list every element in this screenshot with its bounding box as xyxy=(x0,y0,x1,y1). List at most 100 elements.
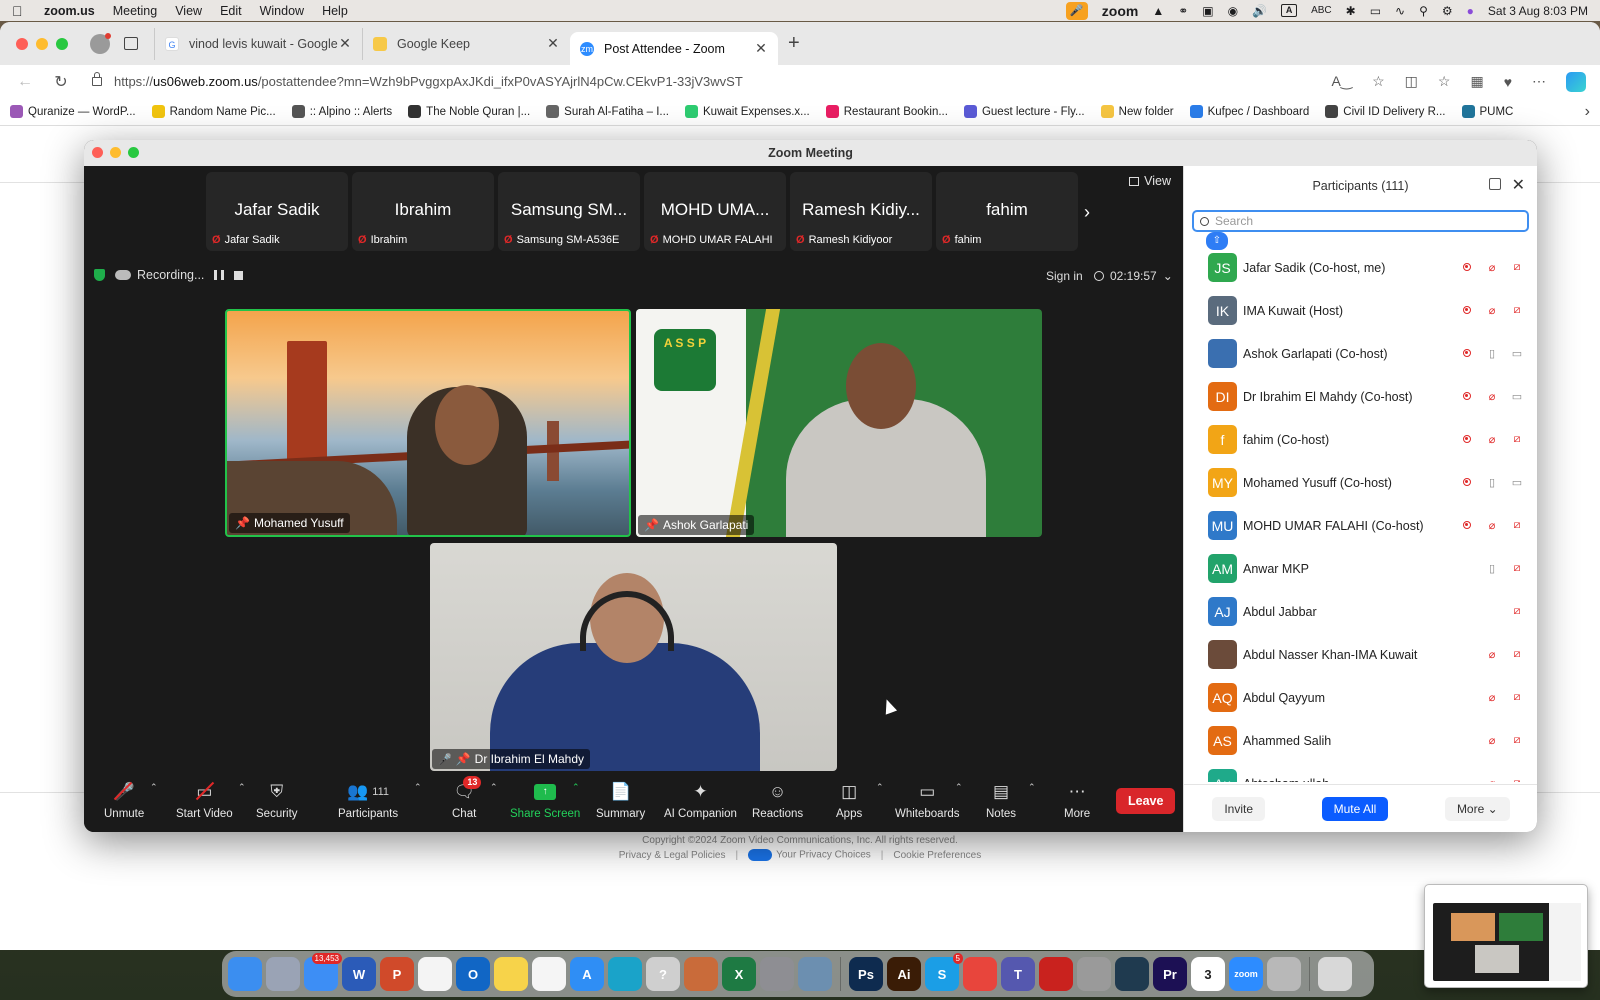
view-button[interactable]: View xyxy=(1129,174,1171,188)
help-icon[interactable]: ? xyxy=(646,957,680,991)
lock-icon[interactable] xyxy=(92,72,102,86)
microphone-in-use-icon[interactable]: 🎤 xyxy=(1065,1,1088,20)
participant-row[interactable]: f fahim (Co-host) ⌀ ⧄ xyxy=(1184,418,1537,461)
mic-muted-icon[interactable]: ⌀ xyxy=(1483,777,1501,782)
zoom-close-button[interactable] xyxy=(92,147,103,158)
zoom-minimize-button[interactable] xyxy=(110,147,121,158)
profile-avatar-icon[interactable] xyxy=(90,32,111,54)
menu-app-name[interactable]: zoom.us xyxy=(44,4,95,18)
tab-google-search[interactable]: G vinod levis kuwait - Google Se ✕ xyxy=(154,27,362,60)
microphone-icon[interactable]: ▯ xyxy=(1483,562,1501,575)
menu-view[interactable]: View xyxy=(175,4,202,18)
video-off-icon[interactable]: ⧄ xyxy=(1508,519,1526,532)
video-off-icon[interactable]: ⧄ xyxy=(1508,777,1526,782)
chat-button[interactable]: 🗨 13 Chat ⌃ xyxy=(452,776,498,820)
close-tab-icon[interactable]: ✕ xyxy=(754,40,768,57)
excel-icon[interactable]: X xyxy=(722,957,756,991)
chevron-up-icon[interactable]: ⌃ xyxy=(1028,782,1036,793)
volume-icon[interactable]: 🔊 xyxy=(1252,4,1267,18)
mic-muted-icon[interactable]: ⌀ xyxy=(1483,304,1501,317)
video-camera-icon[interactable]: ▭ xyxy=(1508,476,1526,489)
video-off-icon[interactable]: ⧄ xyxy=(1508,562,1526,575)
video-tile-ashok-garlapati[interactable]: A S S P 📌 Ashok Garlapati xyxy=(636,309,1042,537)
chevron-right-icon[interactable]: › xyxy=(1084,202,1090,223)
video-camera-icon[interactable]: ▭ xyxy=(1508,347,1526,360)
menu-edit[interactable]: Edit xyxy=(220,4,242,18)
participant-row[interactable]: DI Dr Ibrahim El Mahdy (Co-host) ⌀ ▭ xyxy=(1184,375,1537,418)
split-screen-icon[interactable]: ◫ xyxy=(1405,73,1418,90)
spotlight-search-icon[interactable]: ⚲ xyxy=(1419,4,1428,18)
reload-icon[interactable]: ↻ xyxy=(50,72,72,92)
close-icon[interactable]: ✕ xyxy=(1512,166,1525,206)
close-tab-icon[interactable]: ✕ xyxy=(546,35,560,52)
bookmark-item[interactable]: Surah Al-Fatiha – I... xyxy=(546,105,669,118)
unmute-button[interactable]: 🎤 Unmute ⌃ xyxy=(104,780,158,820)
video-off-icon[interactable]: ⧄ xyxy=(1508,433,1526,446)
screenshot-preview-thumbnail[interactable] xyxy=(1424,884,1588,988)
reminders-icon[interactable] xyxy=(418,957,452,991)
participant-row[interactable]: Abdul Nasser Khan-IMA Kuwait ⌀ ⧄ xyxy=(1184,633,1537,676)
invite-button[interactable]: Invite xyxy=(1212,796,1265,821)
video-camera-icon[interactable]: ▭ xyxy=(1508,390,1526,403)
tab-post-attendee-zoom[interactable]: zm Post Attendee - Zoom ✕ xyxy=(570,32,778,65)
edge-icon[interactable] xyxy=(608,957,642,991)
skype-icon[interactable]: S5 xyxy=(925,953,963,991)
participant-row[interactable]: AJ Abdul Jabbar ⧄ xyxy=(1184,590,1537,633)
menu-meeting[interactable]: Meeting xyxy=(113,4,157,18)
preview-icon[interactable] xyxy=(684,957,718,991)
favorites-icon[interactable]: ☆ xyxy=(1438,73,1451,90)
summary-button[interactable]: 📄 Summary xyxy=(596,780,645,820)
chevron-up-icon[interactable]: ⌃ xyxy=(876,782,884,793)
back-arrow-icon[interactable]: ← xyxy=(14,73,36,91)
chevron-up-icon[interactable]: ⌃ xyxy=(572,782,580,793)
new-tab-button[interactable]: + xyxy=(788,32,800,55)
input-source-badge-icon[interactable]: A xyxy=(1281,4,1298,17)
premiere-icon[interactable]: Pr xyxy=(1153,957,1187,991)
sign-in-link[interactable]: Sign in xyxy=(1046,269,1083,283)
participant-row[interactable]: AM Anwar MKP ▯ ⧄ xyxy=(1184,547,1537,590)
participant-thumbnail[interactable]: Ibrahim Ø Ibrahim xyxy=(352,172,494,251)
participant-row[interactable]: AS Ahammed Salih ⌀ ⧄ xyxy=(1184,719,1537,762)
mic-muted-icon[interactable]: ⌀ xyxy=(1483,734,1501,747)
panel-more-button[interactable]: More ⌄ xyxy=(1444,796,1510,821)
bluetooth-icon[interactable]: ✱ xyxy=(1346,4,1356,18)
teams-icon[interactable]: T xyxy=(1001,957,1035,991)
mic-muted-icon[interactable]: ⌀ xyxy=(1483,261,1501,274)
bookmark-item[interactable]: Random Name Pic... xyxy=(151,105,276,118)
settings-more-icon[interactable]: ⋯ xyxy=(1532,73,1546,90)
bookmark-item[interactable]: Guest lecture - Fly... xyxy=(963,105,1085,118)
microphone-icon[interactable]: ▯ xyxy=(1483,347,1501,360)
video-tile-mohamed-yusuff[interactable]: 📌 Mohamed Yusuff xyxy=(225,309,631,537)
mic-muted-icon[interactable]: ⌀ xyxy=(1483,390,1501,403)
video-off-icon[interactable]: ⧄ xyxy=(1508,691,1526,704)
whatsapp-icon[interactable] xyxy=(1077,957,1111,991)
participant-search-input[interactable]: Search xyxy=(1192,210,1529,232)
video-off-icon[interactable]: ⧄ xyxy=(1508,734,1526,747)
bookmark-item[interactable]: PUMC xyxy=(1461,105,1513,118)
calendar-icon[interactable]: 3 xyxy=(1191,957,1225,991)
bookmark-item[interactable]: :: Alpino :: Alerts xyxy=(291,105,392,118)
tab-google-keep[interactable]: Google Keep ✕ xyxy=(362,27,570,60)
stop-recording-icon[interactable] xyxy=(234,270,244,280)
bookmark-item[interactable]: Civil ID Delivery R... xyxy=(1325,105,1446,118)
freeform-icon[interactable] xyxy=(532,957,566,991)
chevron-right-icon[interactable]: › xyxy=(1585,103,1590,121)
chevron-up-icon[interactable]: ⌃ xyxy=(414,782,422,793)
video-tile-dr-ibrahim-el-mahdy[interactable]: 🎤 📌 Dr Ibrahim El Mahdy xyxy=(430,543,837,771)
document-icon[interactable] xyxy=(1267,957,1301,991)
participant-row[interactable]: Au Ahtesham ullah ⌀ ⧄ xyxy=(1184,762,1537,782)
read-aloud-icon[interactable]: A‿ xyxy=(1332,73,1353,90)
word-icon[interactable]: W xyxy=(342,957,376,991)
browser-essentials-icon[interactable]: ♥ xyxy=(1504,74,1512,90)
bookmark-item[interactable]: Quranize — WordP... xyxy=(10,105,136,118)
control-center-icon[interactable]: ⚙ xyxy=(1442,4,1453,18)
wifi-icon[interactable]: ∿ xyxy=(1395,4,1405,18)
chrome-icon[interactable] xyxy=(963,957,997,991)
pop-out-icon[interactable] xyxy=(1489,178,1501,190)
mail-icon[interactable]: 13,453 xyxy=(304,953,342,991)
illustrator-icon[interactable]: Ai xyxy=(887,957,921,991)
photo-icon[interactable] xyxy=(798,957,832,991)
outlook-icon[interactable]: O xyxy=(456,957,490,991)
bookmark-item[interactable]: New folder xyxy=(1100,105,1174,118)
participant-row[interactable]: JS Jafar Sadik (Co-host, me) ⌀ ⧄ xyxy=(1184,246,1537,289)
